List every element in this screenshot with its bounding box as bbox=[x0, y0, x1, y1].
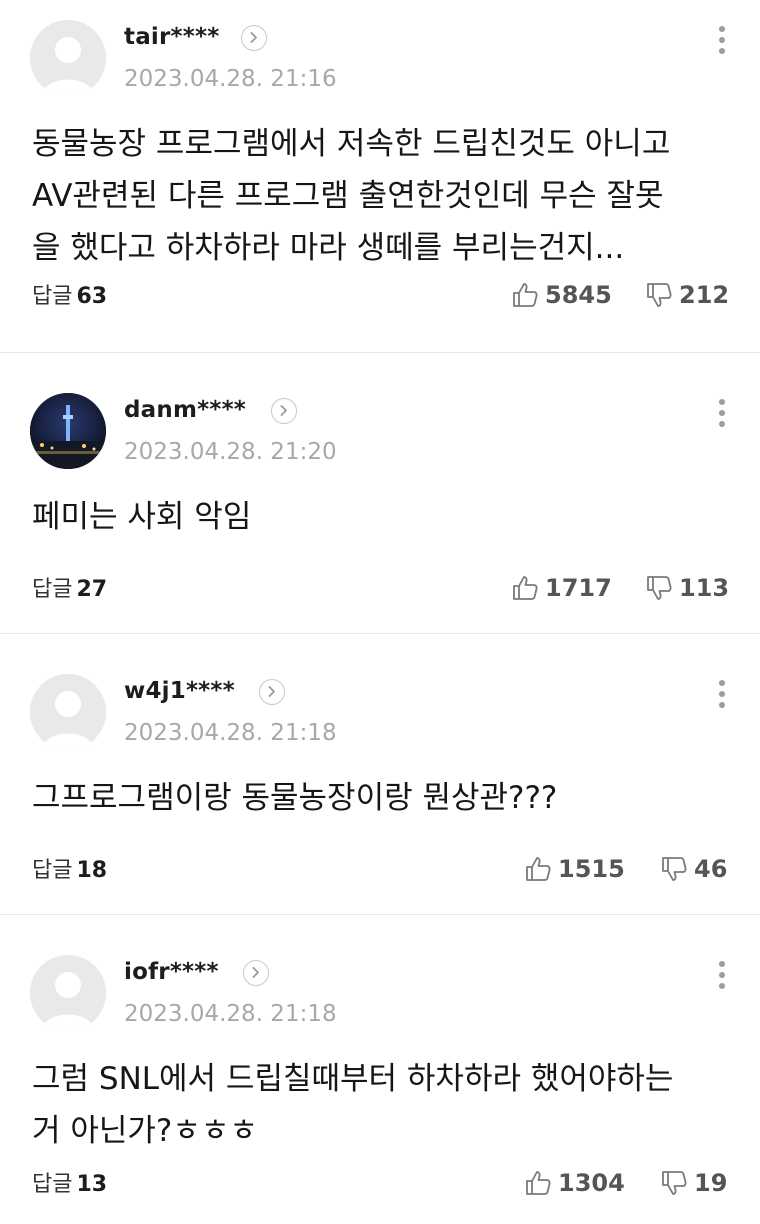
default-avatar-icon bbox=[30, 955, 106, 1031]
more-vertical-icon[interactable] bbox=[712, 680, 732, 716]
reply-button[interactable]: 답글 27 bbox=[32, 575, 107, 605]
thumbs-down-icon bbox=[662, 857, 687, 881]
dislike-count: 113 bbox=[679, 574, 730, 602]
chevron-right-icon[interactable] bbox=[259, 679, 285, 705]
reply-count: 13 bbox=[76, 1172, 108, 1197]
like-button[interactable]: 1515 bbox=[524, 854, 625, 884]
reply-button[interactable]: 답글 63 bbox=[32, 282, 107, 312]
timestamp: 2023.04.28. 21:20 bbox=[124, 439, 337, 465]
reply-count: 18 bbox=[76, 858, 108, 883]
more-vertical-icon[interactable] bbox=[712, 961, 732, 997]
reply-label: 답글 bbox=[32, 577, 73, 602]
username[interactable]: w4j1**** bbox=[124, 674, 235, 708]
thumbs-up-icon bbox=[513, 283, 538, 307]
avatar[interactable] bbox=[30, 393, 106, 469]
comment-item: danm**** 2023.04.28. 21:20 페미는 사회 악임 답글 2… bbox=[0, 352, 760, 633]
reply-label: 답글 bbox=[32, 1172, 73, 1197]
thumbs-up-icon bbox=[526, 1171, 551, 1195]
thumbs-up-icon bbox=[526, 857, 551, 881]
comment-text: 그프로그램이랑 동물농장이랑 뭔상관??? bbox=[32, 780, 558, 816]
dislike-count: 212 bbox=[679, 281, 730, 309]
chevron-right-icon[interactable] bbox=[241, 25, 267, 51]
reply-count: 63 bbox=[76, 284, 108, 309]
like-count: 1515 bbox=[558, 855, 625, 883]
like-button[interactable]: 5845 bbox=[511, 280, 612, 310]
thumbs-down-icon bbox=[647, 576, 672, 600]
username[interactable]: danm**** bbox=[124, 393, 246, 427]
comment-text: 그럼 SNL에서 드립칠때부터 하차하라 했어야하는 거 아닌가?ㅎㅎㅎ bbox=[32, 1061, 674, 1149]
like-button[interactable]: 1304 bbox=[524, 1168, 625, 1198]
like-count: 5845 bbox=[545, 281, 612, 309]
profile-photo bbox=[30, 393, 106, 469]
avatar[interactable] bbox=[30, 674, 106, 750]
username[interactable]: iofr**** bbox=[124, 955, 219, 989]
timestamp: 2023.04.28. 21:18 bbox=[124, 720, 337, 746]
like-count: 1717 bbox=[545, 574, 612, 602]
avatar[interactable] bbox=[30, 20, 106, 96]
default-avatar-icon bbox=[30, 674, 106, 750]
dislike-count: 46 bbox=[694, 855, 728, 883]
thumbs-up-icon bbox=[513, 576, 538, 600]
thumbs-down-icon bbox=[662, 1171, 687, 1195]
reply-button[interactable]: 답글 18 bbox=[32, 856, 107, 886]
dislike-button[interactable]: 113 bbox=[645, 573, 729, 603]
comment-text: 페미는 사회 악임 bbox=[32, 499, 252, 535]
default-avatar-icon bbox=[30, 20, 106, 96]
more-vertical-icon[interactable] bbox=[712, 26, 732, 62]
timestamp: 2023.04.28. 21:16 bbox=[124, 66, 337, 92]
dislike-button[interactable]: 46 bbox=[660, 854, 727, 884]
dislike-button[interactable]: 212 bbox=[645, 280, 729, 310]
comment-text: 동물농장 프로그램에서 저속한 드립친것도 아니고 AV관련된 다른 프로그램 … bbox=[32, 126, 671, 266]
comment-item: iofr**** 2023.04.28. 21:18 그럼 SNL에서 드립칠때… bbox=[0, 914, 760, 1224]
like-button[interactable]: 1717 bbox=[511, 573, 612, 603]
reply-label: 답글 bbox=[32, 858, 73, 883]
dislike-button[interactable]: 19 bbox=[660, 1168, 727, 1198]
username[interactable]: tair**** bbox=[124, 20, 219, 54]
more-vertical-icon[interactable] bbox=[712, 399, 732, 435]
comment-item: tair**** 2023.04.28. 21:16 동물농장 프로그램에서 저… bbox=[0, 0, 760, 352]
timestamp: 2023.04.28. 21:18 bbox=[124, 1001, 337, 1027]
thumbs-down-icon bbox=[647, 283, 672, 307]
reply-count: 27 bbox=[76, 577, 108, 602]
dislike-count: 19 bbox=[694, 1169, 728, 1197]
chevron-right-icon[interactable] bbox=[243, 960, 269, 986]
reply-label: 답글 bbox=[32, 284, 73, 309]
comment-item: w4j1**** 2023.04.28. 21:18 그프로그램이랑 동물농장이… bbox=[0, 633, 760, 914]
chevron-right-icon[interactable] bbox=[271, 398, 297, 424]
reply-button[interactable]: 답글 13 bbox=[32, 1170, 107, 1200]
like-count: 1304 bbox=[558, 1169, 625, 1197]
avatar[interactable] bbox=[30, 955, 106, 1031]
